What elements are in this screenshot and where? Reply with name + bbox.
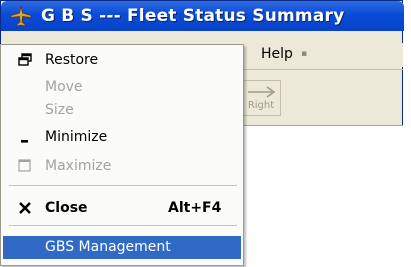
menu-item-shortcut: Alt+F4	[168, 200, 222, 216]
menu-item-gbs-management[interactable]: GBS Management	[3, 236, 241, 259]
menu-item-size[interactable]: Size	[3, 99, 241, 121]
minimize-icon	[15, 126, 35, 148]
menu-item-label: Move	[45, 79, 83, 95]
menu-item-label: GBS Management	[45, 239, 171, 255]
menu-separator	[9, 185, 237, 186]
menu-item-restore[interactable]: Restore	[3, 49, 241, 71]
airplane-icon[interactable]	[9, 5, 33, 27]
menu-item-label: Size	[45, 102, 74, 118]
system-menu: Restore Move Size Minimize Maximize Clos…	[0, 44, 244, 266]
right-button[interactable]: Right	[241, 80, 281, 116]
menu-separator	[9, 225, 237, 226]
menu-item-label: Close	[45, 200, 88, 216]
menu-item-label: Maximize	[45, 158, 112, 174]
maximize-icon	[15, 155, 35, 177]
menu-item-minimize[interactable]: Minimize	[3, 126, 241, 148]
menu-item-close[interactable]: Close Alt+F4	[3, 197, 241, 219]
menu-indicator-icon: ▪	[301, 49, 308, 59]
close-icon	[15, 197, 35, 219]
restore-icon	[15, 49, 35, 71]
right-arrow-icon	[248, 86, 276, 98]
window-title: G B S --- Fleet Status Summary	[41, 6, 345, 26]
right-button-label: Right	[247, 100, 275, 111]
menu-help[interactable]: Help	[261, 46, 293, 62]
menu-item-maximize[interactable]: Maximize	[3, 155, 241, 177]
menu-item-move[interactable]: Move	[3, 76, 241, 98]
menu-item-label: Minimize	[45, 129, 108, 145]
menu-item-label: Restore	[45, 52, 99, 68]
title-bar[interactable]: G B S --- Fleet Status Summary	[1, 1, 404, 31]
